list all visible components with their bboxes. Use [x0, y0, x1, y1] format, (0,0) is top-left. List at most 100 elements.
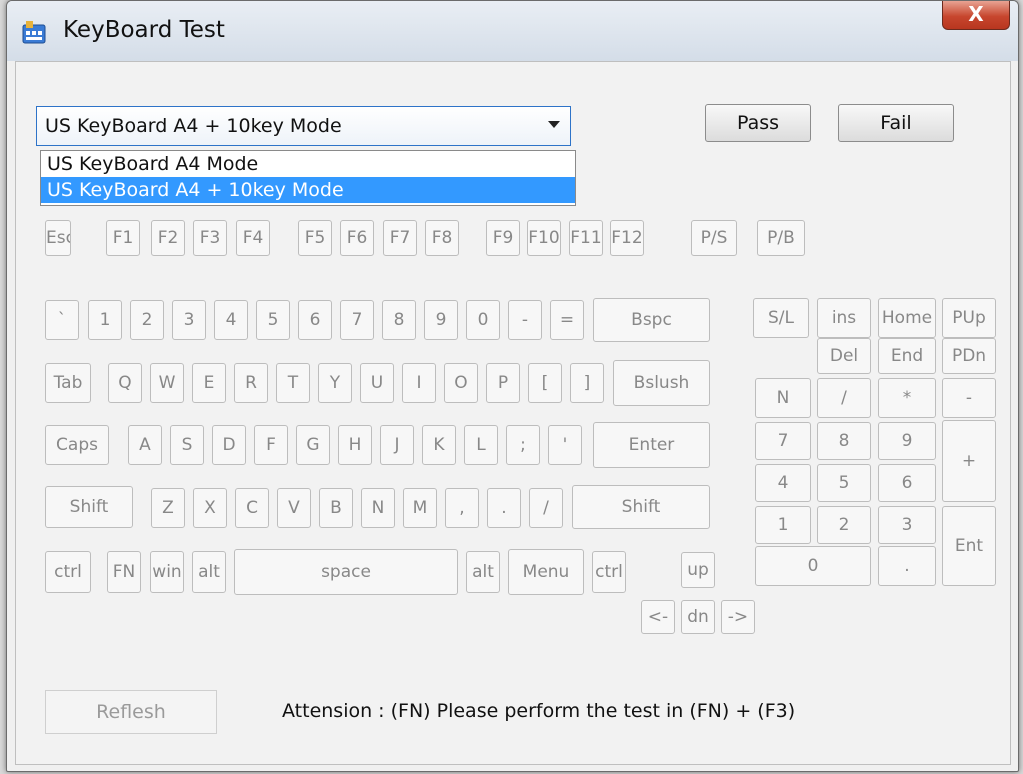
key-l[interactable]: L [464, 425, 498, 465]
key-fn[interactable]: FN [107, 551, 141, 593]
key-h[interactable]: H [338, 425, 372, 465]
key-enter[interactable]: Enter [593, 422, 710, 468]
key-3[interactable]: 3 [172, 300, 206, 340]
key-6[interactable]: 6 [298, 300, 332, 340]
key-arrow-left[interactable]: <- [641, 600, 675, 634]
key-o[interactable]: O [444, 363, 478, 403]
key-m[interactable]: M [403, 488, 437, 528]
key-backtick[interactable]: ` [45, 300, 79, 340]
key-5[interactable]: 5 [256, 300, 290, 340]
key-y[interactable]: Y [318, 363, 352, 403]
key-p[interactable]: P [486, 363, 520, 403]
key-scroll-lock[interactable]: S/L [753, 298, 809, 338]
key-b[interactable]: B [319, 488, 353, 528]
key-7[interactable]: 7 [340, 300, 374, 340]
key-num-4[interactable]: 4 [755, 464, 811, 502]
key-delete[interactable]: Del [817, 338, 871, 374]
chevron-down-icon[interactable] [548, 121, 560, 128]
key-f8[interactable]: F8 [425, 220, 459, 256]
key-left-shift[interactable]: Shift [45, 486, 133, 528]
key-space[interactable]: space [234, 549, 458, 595]
key-windows[interactable]: win [150, 551, 184, 593]
key-backslash[interactable]: Bslush [613, 360, 710, 406]
key-num-9[interactable]: 9 [878, 422, 936, 460]
fail-button[interactable]: Fail [838, 104, 954, 142]
key-arrow-right[interactable]: -> [721, 600, 755, 634]
key-esc[interactable]: Esc [45, 220, 71, 256]
key-tab[interactable]: Tab [45, 363, 91, 403]
key-right-ctrl[interactable]: ctrl [592, 551, 626, 593]
key-quote[interactable]: ' [548, 425, 582, 465]
key-num-lock[interactable]: N [755, 378, 811, 418]
key-4[interactable]: 4 [214, 300, 248, 340]
key-page-up[interactable]: PUp [942, 298, 996, 338]
key-arrow-down[interactable]: dn [681, 600, 715, 634]
key-r[interactable]: R [234, 363, 268, 403]
key-num-5[interactable]: 5 [817, 464, 871, 502]
key-w[interactable]: W [150, 363, 184, 403]
key-semicolon[interactable]: ; [506, 425, 540, 465]
key-right-alt[interactable]: alt [466, 551, 500, 593]
key-menu[interactable]: Menu [508, 549, 584, 595]
key-equal[interactable]: = [550, 300, 584, 340]
close-button[interactable]: X [942, 1, 1010, 30]
key-num-6[interactable]: 6 [878, 464, 936, 502]
key-right-shift[interactable]: Shift [572, 485, 710, 529]
key-1[interactable]: 1 [88, 300, 122, 340]
key-f2[interactable]: F2 [151, 220, 185, 256]
key-n[interactable]: N [361, 488, 395, 528]
key-g[interactable]: G [296, 425, 330, 465]
pass-button[interactable]: Pass [705, 104, 811, 142]
key-f4[interactable]: F4 [236, 220, 270, 256]
key-backspace[interactable]: Bspc [593, 298, 710, 342]
key-f12[interactable]: F12 [610, 220, 644, 256]
key-num-1[interactable]: 1 [755, 506, 811, 544]
key-i[interactable]: I [402, 363, 436, 403]
key-f11[interactable]: F11 [569, 220, 603, 256]
key-f[interactable]: F [254, 425, 288, 465]
key-num-3[interactable]: 3 [878, 506, 936, 544]
key-u[interactable]: U [360, 363, 394, 403]
key-insert[interactable]: ins [817, 298, 871, 338]
key-caps-lock[interactable]: Caps [45, 425, 109, 465]
key-slash[interactable]: / [529, 488, 563, 528]
key-end[interactable]: End [878, 338, 936, 374]
key-print-screen[interactable]: P/S [691, 220, 737, 256]
key-home[interactable]: Home [878, 298, 936, 338]
key-c[interactable]: C [235, 488, 269, 528]
key-s[interactable]: S [170, 425, 204, 465]
key-minus[interactable]: - [508, 300, 542, 340]
key-e[interactable]: E [192, 363, 226, 403]
key-0[interactable]: 0 [466, 300, 500, 340]
key-f3[interactable]: F3 [193, 220, 227, 256]
key-f1[interactable]: F1 [106, 220, 140, 256]
key-period[interactable]: . [487, 488, 521, 528]
key-v[interactable]: V [277, 488, 311, 528]
key-f9[interactable]: F9 [486, 220, 520, 256]
key-page-down[interactable]: PDn [942, 338, 996, 374]
key-z[interactable]: Z [151, 488, 185, 528]
key-num-multiply[interactable]: * [878, 378, 936, 418]
key-9[interactable]: 9 [424, 300, 458, 340]
key-k[interactable]: K [422, 425, 456, 465]
dropdown-option-a4[interactable]: US KeyBoard A4 Mode [41, 151, 575, 177]
key-right-bracket[interactable]: ] [570, 363, 604, 403]
key-num-divide[interactable]: / [817, 378, 871, 418]
key-left-bracket[interactable]: [ [528, 363, 562, 403]
dropdown-option-a4-10key[interactable]: US KeyBoard A4 + 10key Mode [41, 177, 575, 203]
key-num-7[interactable]: 7 [755, 422, 811, 460]
key-num-8[interactable]: 8 [817, 422, 871, 460]
key-comma[interactable]: , [445, 488, 479, 528]
key-num-add[interactable]: + [942, 420, 996, 502]
key-x[interactable]: X [193, 488, 227, 528]
key-pause-break[interactable]: P/B [757, 220, 805, 256]
key-2[interactable]: 2 [130, 300, 164, 340]
key-num-decimal[interactable]: . [878, 546, 936, 586]
key-f6[interactable]: F6 [340, 220, 374, 256]
keyboard-mode-select[interactable]: US KeyBoard A4 + 10key Mode [36, 106, 571, 146]
key-arrow-up[interactable]: up [681, 552, 715, 588]
key-left-alt[interactable]: alt [192, 551, 226, 593]
key-num-0[interactable]: 0 [755, 546, 871, 586]
refresh-button[interactable]: Reflesh [45, 690, 217, 734]
key-num-2[interactable]: 2 [817, 506, 871, 544]
